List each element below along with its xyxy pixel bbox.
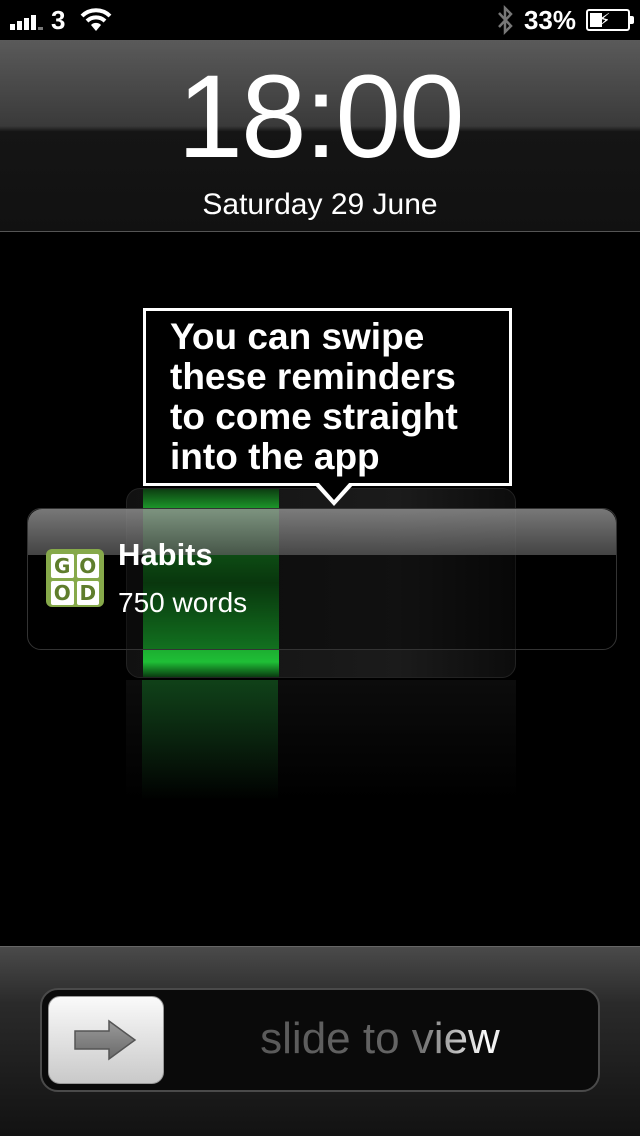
callout-text: You can swipe these reminders to come st… bbox=[170, 316, 458, 477]
slide-knob[interactable] bbox=[48, 996, 164, 1084]
slide-to-view-label: slide to view bbox=[200, 1014, 560, 1064]
signal-icon bbox=[10, 10, 43, 30]
app-icon: G O O D bbox=[46, 549, 104, 607]
charging-battery-reflection bbox=[126, 680, 516, 800]
notification-title: Habits bbox=[118, 537, 213, 572]
notification-header-bar bbox=[28, 509, 616, 555]
wifi-icon bbox=[81, 8, 112, 31]
lock-date: Saturday 29 June bbox=[202, 188, 438, 221]
battery-icon: ⚡ bbox=[586, 9, 634, 31]
carrier-label: 3 bbox=[51, 4, 66, 35]
clock-panel: 18:00 Saturday 29 June bbox=[0, 40, 640, 232]
notification-body: 750 words bbox=[118, 587, 248, 618]
bluetooth-icon bbox=[498, 5, 513, 35]
arrow-right-icon bbox=[74, 1019, 137, 1061]
lock-time: 18:00 bbox=[177, 51, 464, 183]
notification-item[interactable]: G O O D Habits 750 words bbox=[27, 508, 617, 650]
status-bar: 3 33% ⚡ bbox=[0, 0, 640, 40]
battery-percent: 33% bbox=[523, 4, 576, 35]
tutorial-callout: You can swipe these reminders to come st… bbox=[143, 308, 512, 486]
